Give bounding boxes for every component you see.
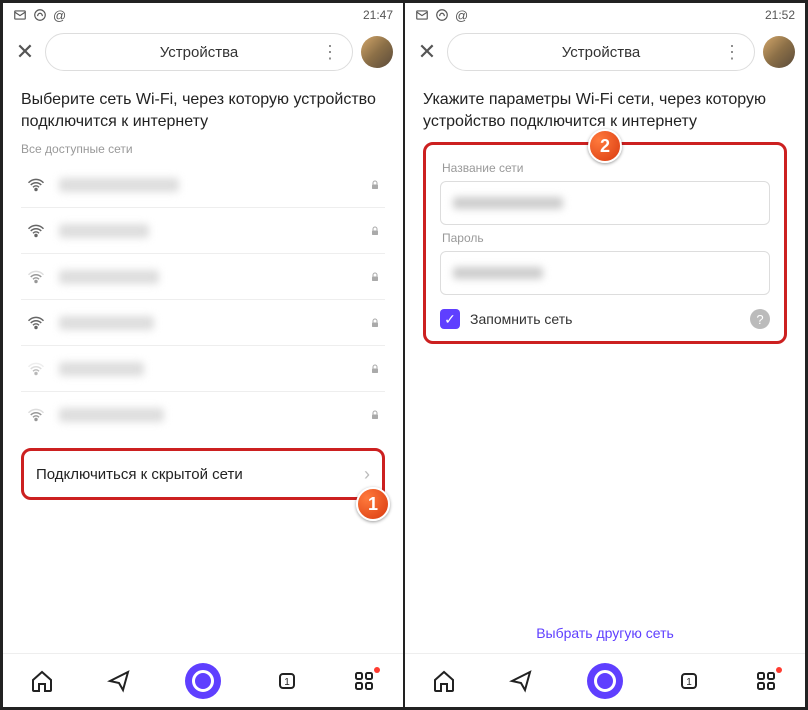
close-icon[interactable]: ✕: [13, 39, 37, 65]
whatsapp-icon: [435, 8, 449, 22]
mail-icon: [415, 8, 429, 22]
close-icon[interactable]: ✕: [415, 39, 439, 65]
send-icon[interactable]: [107, 669, 131, 693]
header: ✕ Устройства ⋮: [3, 27, 403, 77]
wifi-icon: [27, 176, 45, 194]
status-bar: @ 21:47: [3, 3, 403, 27]
tabs-icon[interactable]: 1: [677, 669, 701, 693]
networks-subheading: Все доступные сети: [21, 142, 385, 156]
wifi-name-blurred: [59, 408, 164, 422]
send-icon[interactable]: [509, 669, 533, 693]
connect-hidden-network-button[interactable]: Подключиться к скрытой сети › 1: [21, 448, 385, 500]
page-heading: Укажите параметры Wi-Fi сети, через кото…: [423, 89, 787, 132]
wifi-item[interactable]: [21, 208, 385, 254]
lock-icon: [369, 270, 381, 284]
avatar[interactable]: [763, 36, 795, 68]
input-value-blurred: [453, 197, 563, 209]
notification-dot: [776, 667, 782, 673]
svg-text:1: 1: [284, 677, 290, 688]
apps-icon[interactable]: [754, 669, 778, 693]
more-icon[interactable]: ⋮: [723, 42, 740, 63]
password-input[interactable]: [440, 251, 770, 295]
wifi-item[interactable]: [21, 300, 385, 346]
wifi-name-blurred: [59, 270, 159, 284]
phone-right: @ 21:52 ✕ Устройства ⋮ Укажите параметры…: [404, 2, 806, 708]
network-name-input[interactable]: [440, 181, 770, 225]
wifi-name-blurred: [59, 224, 149, 238]
alice-icon[interactable]: [587, 663, 623, 699]
lock-icon: [369, 362, 381, 376]
help-icon[interactable]: ?: [750, 309, 770, 329]
wifi-item[interactable]: [21, 346, 385, 392]
wifi-name-blurred: [59, 178, 179, 192]
wifi-credentials-form: 2 Название сети Пароль ✓ Запомнить сеть …: [423, 142, 787, 344]
wifi-item[interactable]: [21, 162, 385, 208]
mail-icon: [13, 8, 27, 22]
wifi-icon: [27, 268, 45, 286]
page-heading: Выберите сеть Wi-Fi, через которую устро…: [21, 89, 385, 132]
wifi-list: [21, 162, 385, 438]
header-title: Устройства: [562, 44, 640, 61]
lock-icon: [369, 224, 381, 238]
status-time: 21:47: [363, 8, 393, 22]
check-icon: ✓: [444, 311, 456, 328]
header: ✕ Устройства ⋮: [405, 27, 805, 77]
notification-dot: [374, 667, 380, 673]
wifi-icon: [27, 314, 45, 332]
more-icon[interactable]: ⋮: [321, 42, 338, 63]
remember-network-row: ✓ Запомнить сеть ?: [440, 309, 770, 329]
chevron-right-icon: ›: [364, 464, 370, 485]
at-icon: @: [53, 8, 66, 23]
nav-bar: 1: [405, 653, 805, 707]
svg-text:1: 1: [686, 677, 692, 688]
home-icon[interactable]: [432, 669, 456, 693]
wifi-name-blurred: [59, 316, 154, 330]
wifi-icon: [27, 360, 45, 378]
remember-checkbox[interactable]: ✓: [440, 309, 460, 329]
alice-icon[interactable]: [185, 663, 221, 699]
hidden-network-label: Подключиться к скрытой сети: [36, 466, 243, 483]
apps-icon[interactable]: [352, 669, 376, 693]
header-title: Устройства: [160, 44, 238, 61]
lock-icon: [369, 408, 381, 422]
annotation-badge-2: 2: [588, 129, 622, 163]
remember-label: Запомнить сеть: [470, 311, 740, 327]
tabs-icon[interactable]: 1: [275, 669, 299, 693]
password-label: Пароль: [442, 231, 770, 245]
header-title-pill[interactable]: Устройства ⋮: [447, 33, 755, 71]
wifi-name-blurred: [59, 362, 144, 376]
phone-left: @ 21:47 ✕ Устройства ⋮ Выберите сеть Wi-…: [2, 2, 404, 708]
whatsapp-icon: [33, 8, 47, 22]
lock-icon: [369, 316, 381, 330]
avatar[interactable]: [361, 36, 393, 68]
at-icon: @: [455, 8, 468, 23]
home-icon[interactable]: [30, 669, 54, 693]
annotation-badge-1: 1: [356, 487, 390, 521]
nav-bar: 1: [3, 653, 403, 707]
wifi-item[interactable]: [21, 254, 385, 300]
choose-other-network-link[interactable]: Выбрать другую сеть: [423, 545, 787, 641]
status-bar: @ 21:52: [405, 3, 805, 27]
network-name-label: Название сети: [442, 161, 770, 175]
lock-icon: [369, 178, 381, 192]
wifi-icon: [27, 406, 45, 424]
input-value-blurred: [453, 267, 543, 279]
wifi-item[interactable]: [21, 392, 385, 438]
header-title-pill[interactable]: Устройства ⋮: [45, 33, 353, 71]
status-time: 21:52: [765, 8, 795, 22]
wifi-icon: [27, 222, 45, 240]
